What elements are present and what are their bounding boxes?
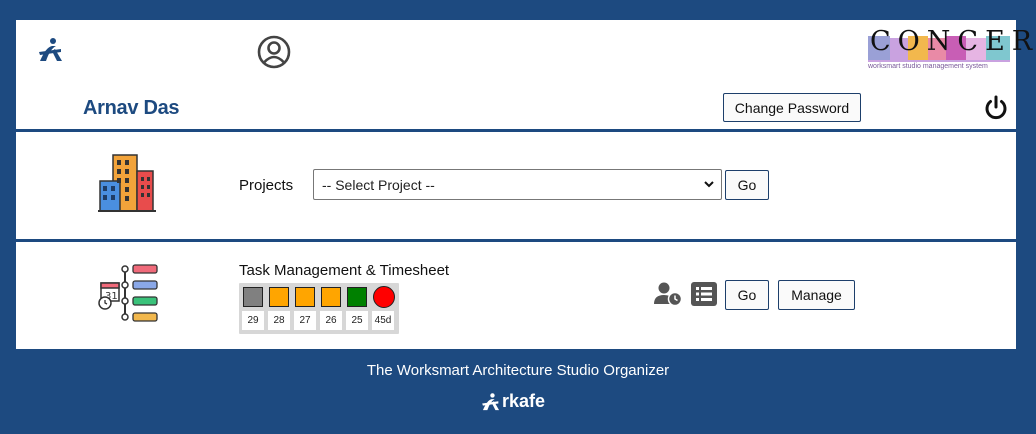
status-square-28[interactable] — [269, 287, 289, 307]
power-icon[interactable] — [983, 95, 1009, 121]
arkafe-icon[interactable] — [36, 37, 66, 63]
tasks-go-button[interactable]: Go — [725, 280, 769, 310]
tasks-panel: 31 Task Management & Timesheet 29 28 27 … — [16, 242, 1016, 349]
timesheet-status: 29 28 27 26 25 45d — [239, 283, 399, 334]
footer-tagline: The Worksmart Architecture Studio Organi… — [366, 362, 670, 379]
task-timeline-icon: 31 — [98, 264, 158, 322]
day-25: 25 — [346, 311, 368, 330]
footer-brand-text: rkafe — [502, 391, 546, 411]
concert-logo-subtext: worksmart studio management system — [868, 63, 988, 70]
chevron-down-icon — [704, 181, 714, 188]
task-title: Task Management & Timesheet — [239, 262, 450, 279]
header-panel: CONCERT worksmart studio management syst… — [16, 20, 1036, 129]
concert-logo: CONCERT worksmart studio management syst… — [866, 26, 1036, 74]
user-clock-icon[interactable] — [654, 282, 682, 306]
footer-brand[interactable]: rkafe — [480, 391, 545, 412]
manage-button[interactable]: Manage — [778, 280, 855, 310]
day-28: 28 — [268, 311, 290, 330]
list-icon[interactable] — [691, 282, 717, 306]
user-name: Arnav Das — [83, 97, 180, 119]
status-circle-45d[interactable] — [373, 286, 395, 308]
status-square-29[interactable] — [243, 287, 263, 307]
arkafe-footer-icon — [482, 392, 500, 410]
day-27: 27 — [294, 311, 316, 330]
day-29: 29 — [242, 311, 264, 330]
project-select-value: -- Select Project -- — [322, 176, 435, 193]
day-26: 26 — [320, 311, 342, 330]
buildings-icon — [98, 154, 156, 212]
projects-panel: Projects -- Select Project -- Go — [16, 132, 1016, 239]
change-password-button[interactable]: Change Password — [723, 93, 861, 122]
concert-logo-text: CONCERT — [870, 26, 1036, 57]
status-square-25[interactable] — [347, 287, 367, 307]
user-circle-icon[interactable] — [257, 35, 291, 69]
projects-go-button[interactable]: Go — [725, 170, 769, 200]
status-square-26[interactable] — [321, 287, 341, 307]
projects-label: Projects — [239, 177, 294, 194]
project-select[interactable]: -- Select Project -- — [313, 169, 722, 200]
status-square-27[interactable] — [295, 287, 315, 307]
day-45d: 45d — [372, 311, 394, 330]
